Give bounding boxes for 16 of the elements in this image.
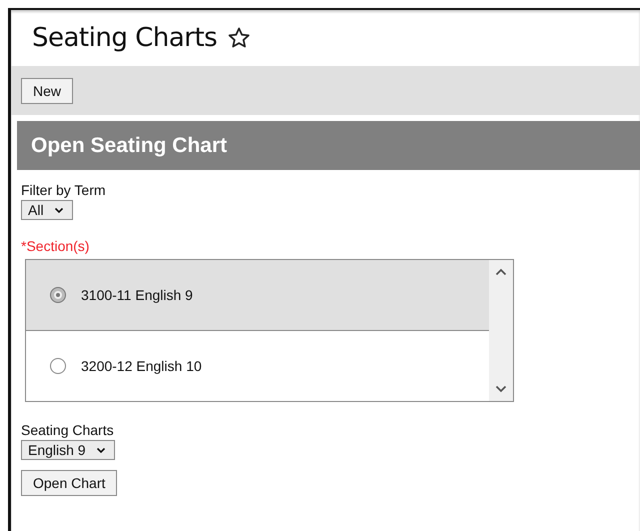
page-title: Seating Charts <box>32 23 218 53</box>
term-dropdown[interactable]: All <box>21 200 73 220</box>
scroll-down-icon[interactable] <box>495 385 507 393</box>
chevron-down-icon <box>54 206 64 214</box>
section-option[interactable]: 3100-11 English 9 <box>26 260 489 331</box>
chart-dropdown[interactable]: English 9 <box>21 440 115 460</box>
new-button[interactable]: New <box>21 78 74 104</box>
star-icon[interactable] <box>227 26 252 50</box>
sections-label: *Section(s) <box>21 238 90 254</box>
chevron-down-icon <box>96 446 106 454</box>
filter-label: Filter by Term <box>21 182 106 198</box>
scrollbar[interactable] <box>489 260 513 401</box>
panel-title: Open Seating Chart <box>31 134 228 158</box>
open-chart-button[interactable]: Open Chart <box>21 470 118 496</box>
scroll-up-icon[interactable] <box>495 268 507 276</box>
seating-charts-label: Seating Charts <box>21 422 114 438</box>
